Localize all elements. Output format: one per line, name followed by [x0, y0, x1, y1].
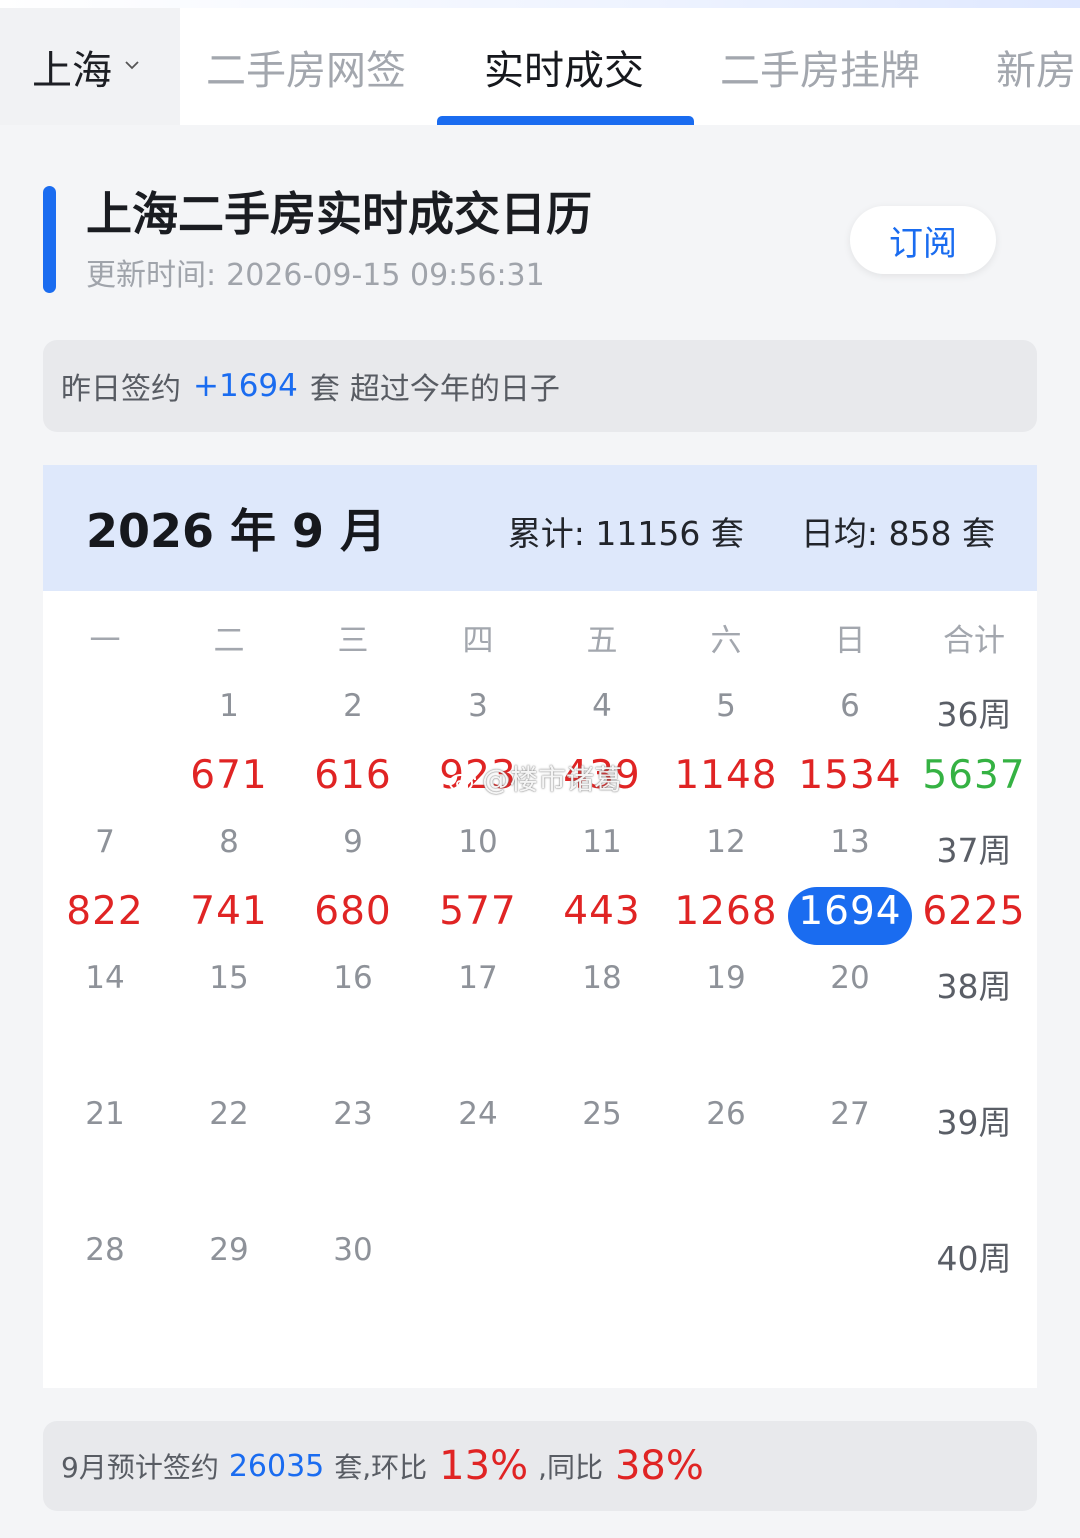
calendar-day[interactable]: 28: [43, 1232, 167, 1268]
calendar-day[interactable]: 3: [416, 688, 540, 724]
forecast-mom: 13%: [439, 1443, 529, 1489]
city-name: 上海: [32, 47, 112, 94]
weekday-header: 二: [213, 623, 245, 659]
tab-realtime-deals[interactable]: 实时成交: [484, 8, 644, 125]
day-deal-count[interactable]: 1534: [788, 753, 912, 798]
calendar-month: 2026 年 9 月: [86, 504, 387, 558]
day-deal-count[interactable]: 671: [167, 753, 291, 798]
yesterday-banner: 昨日签约 +1694 套 超过今年的日子: [43, 340, 1037, 432]
calendar-day[interactable]: 16: [291, 960, 415, 996]
tab-new-homes[interactable]: 新房: [996, 8, 1076, 125]
week-label: 39周: [936, 1103, 1012, 1142]
weekday-header: 日: [834, 623, 866, 659]
active-tab-indicator: [437, 116, 694, 125]
day-deal-count[interactable]: 741: [167, 889, 291, 934]
calendar-day[interactable]: 22: [167, 1096, 291, 1132]
day-deal-count[interactable]: 616: [291, 753, 415, 798]
daily-avg-value: 858 套: [888, 514, 995, 553]
calendar-day[interactable]: 18: [540, 960, 664, 996]
calendar-day[interactable]: 15: [167, 960, 291, 996]
calendar-day[interactable]: 24: [416, 1096, 540, 1132]
deal-calendar: 2026 年 9 月 累计: 11156 套 日均: 858 套 一 二 三 四 五 六 日…: [43, 465, 1037, 1388]
week-total: 5637: [922, 753, 1026, 798]
calendar-day[interactable]: 19: [664, 960, 788, 996]
calendar-day[interactable]: 8: [167, 824, 291, 860]
calendar-day[interactable]: 2: [291, 688, 415, 724]
calendar-day[interactable]: 12: [664, 824, 788, 860]
city-selector[interactable]: 上海: [0, 8, 180, 125]
day-deal-count[interactable]: 577: [416, 889, 540, 934]
forecast-value: 26035: [228, 1448, 325, 1484]
yesterday-unit: 套: [309, 372, 340, 407]
chevron-down-icon: [125, 60, 139, 69]
calendar-day[interactable]: 30: [291, 1232, 415, 1268]
forecast-prefix: 9月预计签约: [61, 1451, 219, 1484]
tab-resale-signing[interactable]: 二手房网签: [206, 8, 406, 125]
title-accent-bar: [43, 186, 56, 293]
daily-avg-label: 日均:: [800, 514, 879, 553]
weibo-icon: [449, 772, 476, 792]
calendar-day[interactable]: 21: [43, 1096, 167, 1132]
yesterday-prefix: 昨日签约: [61, 372, 181, 407]
forecast-mom-label: 套,环比: [334, 1451, 428, 1484]
calendar-day[interactable]: 20: [788, 960, 912, 996]
calendar-day[interactable]: 11: [540, 824, 664, 860]
update-timestamp: 2026-09-15 09:56:31: [226, 258, 545, 293]
forecast-yoy-label: ,同比: [538, 1451, 603, 1484]
week-label: 36周: [936, 695, 1012, 734]
selected-day-value[interactable]: 1694: [788, 889, 912, 934]
top-gradient: [0, 0, 1080, 8]
weekday-header: 三: [337, 623, 369, 659]
calendar-day[interactable]: 6: [788, 688, 912, 724]
calendar-day[interactable]: 29: [167, 1232, 291, 1268]
calendar-day[interactable]: 27: [788, 1096, 912, 1132]
yesterday-value: +1694: [193, 368, 298, 404]
day-deal-count[interactable]: 443: [540, 889, 664, 934]
watermark: @楼市诸葛: [448, 758, 622, 798]
calendar-day[interactable]: 23: [291, 1096, 415, 1132]
calendar-day[interactable]: 26: [664, 1096, 788, 1132]
yesterday-suffix: 超过今年的日子: [349, 372, 560, 407]
watermark-text: @楼市诸葛: [482, 763, 623, 796]
week-label: 38周: [936, 967, 1012, 1006]
calendar-day[interactable]: 13: [788, 824, 912, 860]
day-deal-count[interactable]: 1148: [664, 753, 788, 798]
calendar-day[interactable]: 4: [540, 688, 664, 724]
day-deal-count[interactable]: 680: [291, 889, 415, 934]
day-deal-count[interactable]: 1268: [664, 889, 788, 934]
weekday-header: 一: [89, 623, 121, 659]
cumulative-value: 11156 套: [595, 514, 744, 553]
calendar-day[interactable]: 17: [416, 960, 540, 996]
weekday-header: 六: [710, 623, 742, 659]
calendar-day[interactable]: 9: [291, 824, 415, 860]
calendar-day[interactable]: 7: [43, 824, 167, 860]
update-time: 更新时间: 2026-09-15 09:56:31: [86, 250, 545, 294]
tab-resale-listings[interactable]: 二手房挂牌: [720, 8, 920, 125]
calendar-header: 2026 年 9 月 累计: 11156 套 日均: 858 套: [43, 465, 1037, 591]
forecast-yoy: 38%: [614, 1443, 704, 1489]
day-deal-count[interactable]: 822: [43, 889, 167, 934]
cumulative-label: 累计:: [507, 514, 585, 553]
week-label: 37周: [936, 831, 1012, 870]
week-total: 6225: [922, 889, 1026, 934]
subscribe-button[interactable]: 订阅: [850, 206, 996, 274]
update-label: 更新时间:: [86, 258, 217, 293]
calendar-day[interactable]: 1: [167, 688, 291, 724]
calendar-day[interactable]: 5: [664, 688, 788, 724]
calendar-day[interactable]: 10: [416, 824, 540, 860]
weekday-header: 五: [586, 623, 618, 659]
forecast-banner: 9月预计签约 26035 套,环比 13% ,同比 38%: [43, 1421, 1037, 1511]
top-tab-bar: 上海 二手房网签 实时成交 二手房挂牌 新房: [0, 0, 1080, 125]
calendar-day[interactable]: 14: [43, 960, 167, 996]
calendar-stats: 累计: 11156 套 日均: 858 套: [508, 507, 995, 555]
page-title: 上海二手房实时成交日历: [86, 187, 592, 241]
week-label: 40周: [936, 1239, 1012, 1278]
weekday-header: 合计: [943, 623, 1005, 659]
calendar-day[interactable]: 25: [540, 1096, 664, 1132]
weekday-header: 四: [462, 623, 494, 659]
